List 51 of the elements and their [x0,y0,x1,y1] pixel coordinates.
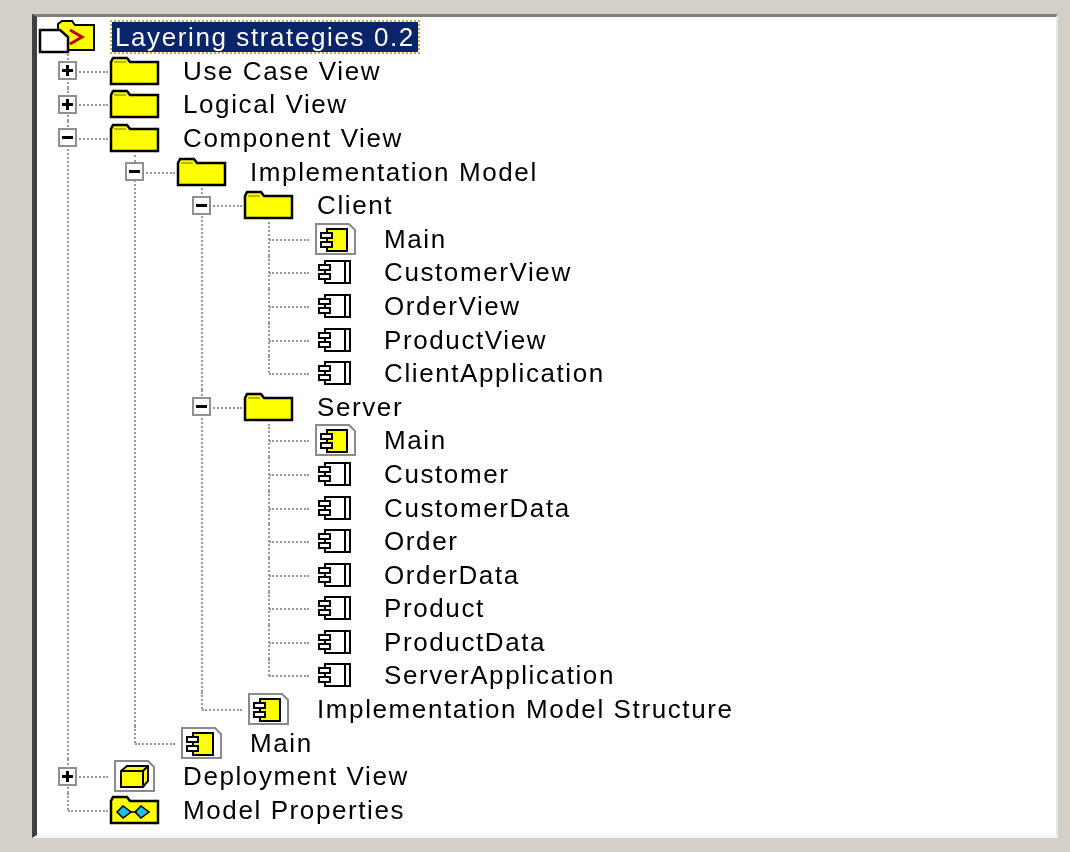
minus-icon [61,136,73,140]
tree-item[interactable]: ServerApplication [381,660,618,691]
tree-item[interactable]: CustomerView [381,257,575,288]
tree-item[interactable]: Server [314,391,407,422]
component-icon [313,221,359,256]
tree-item[interactable]: Order [381,526,462,557]
cube-icon [112,759,158,794]
component-icon [313,423,359,458]
tree-item[interactable]: OrderView [381,290,524,321]
tree-item[interactable]: Product [381,593,488,624]
tree-item[interactable]: Main [381,425,450,456]
properties-folder-icon [109,794,161,825]
expand-toggle[interactable] [191,397,211,417]
plus-icon [61,770,73,782]
tree-item[interactable]: ProductView [381,324,551,355]
expand-toggle[interactable] [124,162,144,182]
folder-icon [109,123,161,153]
tree-item[interactable]: OrderData [381,559,523,590]
folder-icon [109,55,161,86]
tree-item[interactable]: Main [381,223,450,254]
tree-item[interactable]: Component View [180,123,406,153]
tree-item[interactable]: Deployment View [180,761,412,792]
folder-icon [243,391,295,422]
tree-item[interactable]: Model Properties [180,794,409,825]
folder-icon [109,89,161,120]
tree-item[interactable]: Logical View [180,89,351,120]
folder-icon [243,190,295,221]
tree-item[interactable]: Use Case View [180,55,385,86]
tree-item[interactable]: ProductData [381,626,550,657]
minus-icon [195,203,207,207]
expand-toggle[interactable] [57,94,77,114]
tree-item[interactable]: Customer [381,458,513,489]
expand-toggle[interactable] [191,195,211,215]
model-icon [38,20,98,54]
component-icon [179,725,225,760]
tree-item[interactable]: Implementation Model Structure [314,694,737,725]
minus-icon [128,170,140,174]
tree-item[interactable]: ClientApplication [381,358,608,389]
tree-item[interactable]: Client [314,190,397,221]
minus-icon [195,405,207,409]
tree-item[interactable]: Implementation Model [247,156,541,187]
plus-icon [61,65,73,77]
folder-icon [176,156,228,187]
tree-item[interactable]: Layering strategies 0.2 [112,22,418,52]
tree-item[interactable]: CustomerData [381,492,574,523]
expand-toggle[interactable] [57,128,77,148]
expand-toggle[interactable] [57,766,77,786]
component-icon [246,692,292,727]
plus-icon [61,98,73,110]
expand-toggle[interactable] [57,61,77,81]
tree-item[interactable]: Main [247,727,316,758]
